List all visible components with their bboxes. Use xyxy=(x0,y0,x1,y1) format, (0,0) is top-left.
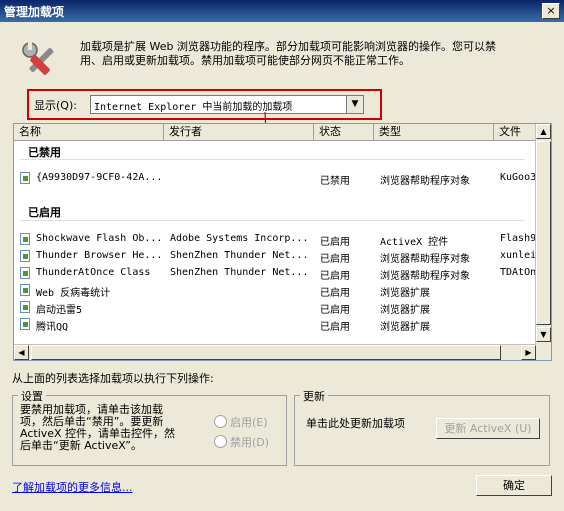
list-header: 名称 发行者 状态 类型 文件 xyxy=(14,124,536,141)
list-item[interactable]: Shockwave Flash Ob... Adobe Systems Inco… xyxy=(14,231,536,248)
addon-status: 已启用 xyxy=(320,322,350,333)
update-description: 单击此处更新加载项 xyxy=(306,417,405,430)
window-title: 管理加载项 xyxy=(4,5,65,19)
column-header-file[interactable]: 文件 xyxy=(494,124,536,140)
addon-publisher: ShenZhen Thunder Net... xyxy=(170,250,309,261)
addon-icon xyxy=(20,284,30,296)
addon-type: ActiveX 控件 xyxy=(380,237,449,248)
addon-icon xyxy=(20,318,30,330)
column-header-type[interactable]: 类型 xyxy=(374,124,494,140)
update-group-label: 更新 xyxy=(300,388,328,404)
scroll-down-icon[interactable]: ▼ xyxy=(536,327,551,342)
disable-radio-label: 禁用(D) xyxy=(230,436,270,449)
horizontal-scroll-thumb[interactable] xyxy=(31,345,501,360)
intro-line: 加载项是扩展 Web 浏览器功能的程序。部分加载项可能影响浏览器的操作。您可以禁 xyxy=(80,40,496,53)
addon-status: 已启用 xyxy=(320,305,350,316)
addon-name: Web 反病毒统计 xyxy=(36,288,111,299)
show-select-value: Internet Explorer 中当前加载的加载项 xyxy=(94,102,293,113)
addon-type: 浏览器帮助程序对象 xyxy=(380,271,470,282)
enable-radio-label: 启用(E) xyxy=(230,416,268,429)
ok-button[interactable]: 确定 xyxy=(476,475,552,496)
addon-file: xunlei xyxy=(500,250,536,261)
column-header-status[interactable]: 状态 xyxy=(314,124,374,140)
addon-status: 已禁用 xyxy=(320,176,350,187)
group-label-enabled: 已启用 xyxy=(28,206,61,219)
vertical-scroll-thumb[interactable] xyxy=(536,141,551,325)
title-bar: 管理加载项 × xyxy=(0,0,564,22)
intro-text: 加载项是扩展 Web 浏览器功能的程序。部分加载项可能影响浏览器的操作。您可以禁… xyxy=(80,40,540,68)
addon-icon xyxy=(20,172,30,184)
column-header-publisher[interactable]: 发行者 xyxy=(164,124,314,140)
addon-type: 浏览器扩展 xyxy=(380,322,430,333)
addon-name: 腾讯QQ xyxy=(36,322,69,333)
scroll-up-icon[interactable]: ▲ xyxy=(536,124,551,139)
more-info-link[interactable]: 了解加载项的更多信息... xyxy=(12,479,133,495)
scroll-left-icon[interactable]: ◀ xyxy=(14,345,29,360)
addon-name: 启动迅雷5 xyxy=(36,305,83,316)
addon-publisher: ShenZhen Thunder Net... xyxy=(170,267,309,278)
column-header-name[interactable]: 名称 xyxy=(14,124,164,140)
addon-icon xyxy=(20,250,30,262)
settings-group-label: 设置 xyxy=(18,388,46,404)
addon-type: 浏览器扩展 xyxy=(380,305,430,316)
addon-publisher: Adobe Systems Incorp... xyxy=(170,233,309,244)
addon-list[interactable]: 名称 发行者 状态 类型 文件 已禁用 {A9930D97-9CF0-42A..… xyxy=(13,123,552,361)
show-label: 显示(Q): xyxy=(34,99,77,112)
list-item[interactable]: 腾讯QQ 已启用 浏览器扩展 xyxy=(14,316,536,333)
tools-icon xyxy=(22,42,54,75)
list-item[interactable]: Web 反病毒统计 已启用 浏览器扩展 xyxy=(14,282,536,299)
group-divider xyxy=(20,220,525,221)
update-activex-button[interactable]: 更新 ActiveX (U) xyxy=(436,418,540,439)
addon-name: ThunderAtOnce Class xyxy=(36,267,151,278)
addon-name: Shockwave Flash Ob... xyxy=(36,233,163,244)
addon-status: 已启用 xyxy=(320,288,350,299)
vertical-scrollbar[interactable]: ▲ ▼ xyxy=(535,124,551,360)
scroll-right-icon[interactable]: ▶ xyxy=(521,345,536,360)
addon-name: Thunder Browser He... xyxy=(36,250,163,261)
addon-status: 已启用 xyxy=(320,254,350,265)
disable-radio[interactable] xyxy=(214,435,227,448)
list-item[interactable]: ThunderAtOnce Class ShenZhen Thunder Net… xyxy=(14,265,536,282)
addon-file: KuGoo3 xyxy=(500,172,536,183)
show-select[interactable]: Internet Explorer 中当前加载的加载项 ▼ xyxy=(90,95,364,114)
addon-file: TDAtOn xyxy=(500,267,536,278)
addon-type: 浏览器帮助程序对象 xyxy=(380,254,470,265)
enable-radio[interactable] xyxy=(214,415,227,428)
list-item[interactable]: {A9930D97-9CF0-42A... 已禁用 浏览器帮助程序对象 KuGo… xyxy=(14,170,536,187)
list-item[interactable]: 启动迅雷5 已启用 浏览器扩展 xyxy=(14,299,536,316)
settings-line: 后单击“更新 ActiveX”。 xyxy=(20,439,143,452)
addon-icon xyxy=(20,301,30,313)
list-item[interactable]: Thunder Browser He... ShenZhen Thunder N… xyxy=(14,248,536,265)
addon-file: Flash9 xyxy=(500,233,536,244)
instruction-text: 从上面的列表选择加载项以执行下列操作: xyxy=(12,372,214,385)
addon-type: 浏览器扩展 xyxy=(380,288,430,299)
addon-icon xyxy=(20,267,30,279)
addon-name: {A9930D97-9CF0-42A... xyxy=(36,172,163,183)
group-label-disabled: 已禁用 xyxy=(28,146,61,159)
close-button[interactable]: × xyxy=(542,3,560,19)
addon-icon xyxy=(20,233,30,245)
dropdown-arrow-icon[interactable]: ▼ xyxy=(346,96,363,113)
addon-type: 浏览器帮助程序对象 xyxy=(380,176,470,187)
group-divider xyxy=(20,159,525,160)
addon-status: 已启用 xyxy=(320,271,350,282)
addon-status: 已启用 xyxy=(320,237,350,248)
intro-line: 用、启用或更新加载项。禁用加载项可能使部分网页不能正常工作。 xyxy=(80,54,410,67)
settings-description: 要禁用加载项，请单击该加载 项，然后单击“禁用”。要更新 ActiveX 控件，… xyxy=(20,404,175,452)
horizontal-scrollbar[interactable]: ◀ ▶ xyxy=(14,344,536,360)
